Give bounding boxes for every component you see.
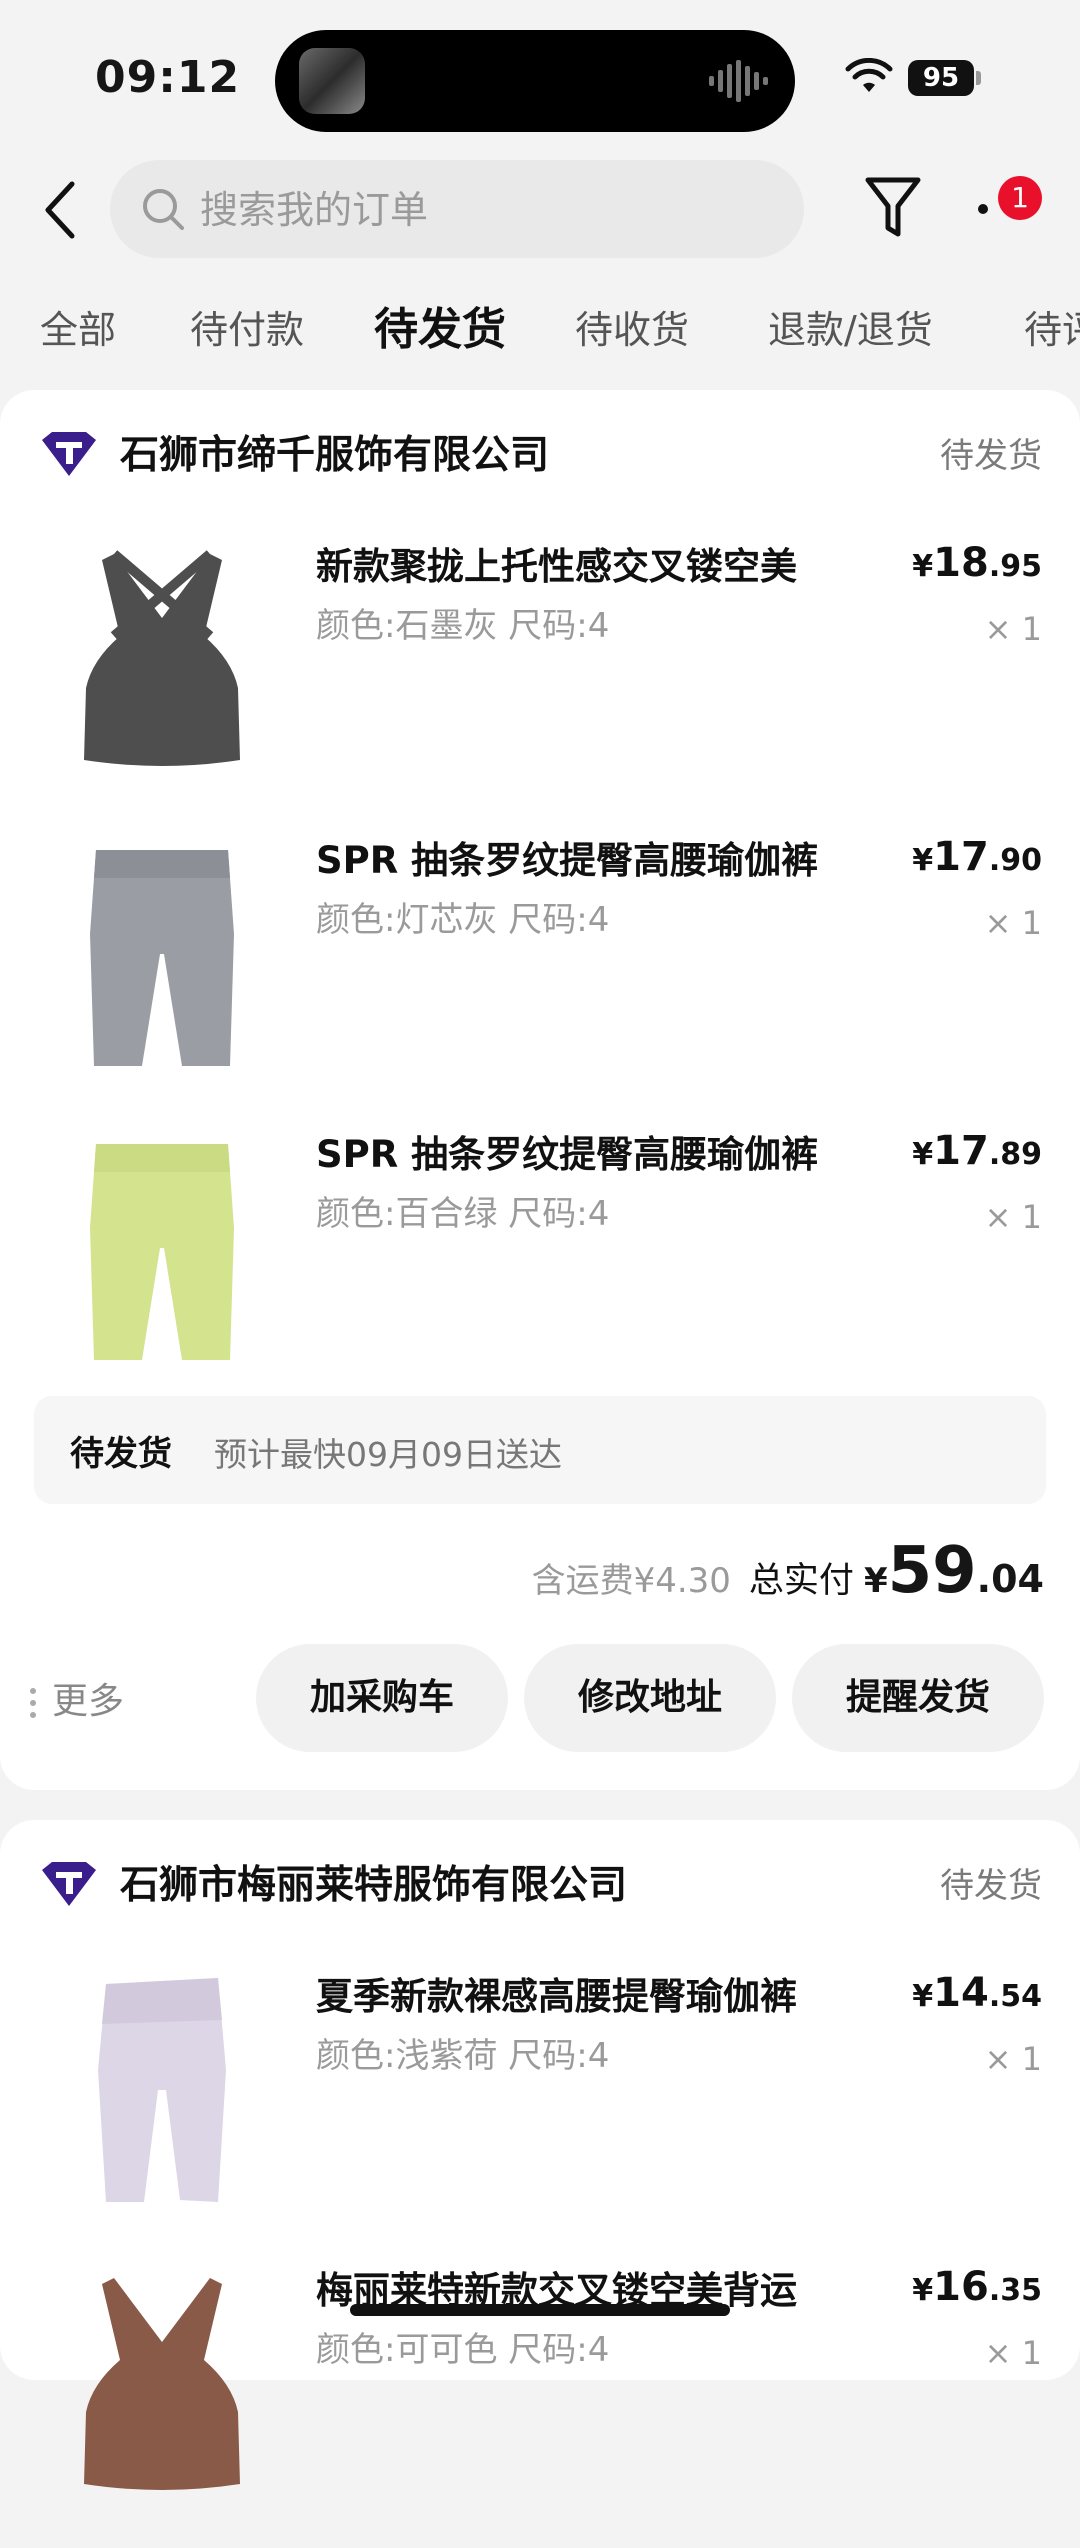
order-total: 含运费¥4.30 总实付 ¥59.04 (531, 1534, 1044, 1608)
order-item[interactable]: 新款聚拢上托性感交叉镂空美 颜色:石墨灰 尺码:4 ¥18.95 × 1 (0, 530, 1080, 824)
tab-pending-payment[interactable]: 待付款 (190, 290, 304, 370)
home-indicator[interactable] (350, 2304, 730, 2316)
product-image (90, 850, 234, 1066)
shipping-fee: 含运费¥4.30 (531, 1561, 731, 1601)
modify-address-button[interactable]: 修改地址 (524, 1644, 776, 1752)
product-spec: 颜色:百合绿 尺码:4 (316, 1194, 610, 1234)
shipping-status: 待发货 (70, 1434, 172, 1474)
total-amount: 59 (887, 1534, 977, 1608)
product-price: ¥16.35 (912, 2264, 1042, 2310)
product-spec: 颜色:浅紫荷 尺码:4 (316, 2036, 610, 2076)
tab-all[interactable]: 全部 (40, 290, 116, 370)
battery-indicator: 95 (908, 60, 974, 96)
notification-badge: 1 (998, 176, 1042, 220)
search-input[interactable] (198, 160, 762, 260)
more-menu-dot-icon[interactable] (978, 204, 988, 214)
order-item[interactable]: 夏季新款裸感高腰提臀瑜伽裤 颜色:浅紫荷 尺码:4 ¥14.54 × 1 (0, 1960, 1080, 2254)
product-quantity: × 1 (984, 2040, 1042, 2078)
status-bar: 09:12 95 (0, 0, 1080, 150)
status-time: 09:12 (95, 52, 241, 103)
order-status: 待发货 (940, 1866, 1042, 1906)
vertical-dots-icon (30, 1688, 36, 1718)
product-spec: 颜色:石墨灰 尺码:4 (316, 606, 610, 646)
total-label: 总实付 (748, 1561, 854, 1601)
product-image (84, 550, 240, 766)
dynamic-island[interactable] (275, 30, 795, 132)
order-tabs: 全部 待付款 待发货 待收货 退款/退货 待评价 (0, 290, 1080, 370)
search-bar[interactable] (110, 160, 804, 260)
audio-waveform-icon (709, 60, 768, 102)
product-spec: 颜色:可可色 尺码:4 (316, 2330, 610, 2370)
now-playing-artwork (299, 48, 365, 114)
order-item[interactable]: SPR 抽条罗纹提臀高腰瑜伽裤 颜色:灯芯灰 尺码:4 ¥17.90 × 1 (0, 824, 1080, 1118)
order-item[interactable]: 梅丽莱特新款交叉镂空美背运 颜色:可可色 尺码:4 ¥16.35 × 1 (0, 2254, 1080, 2548)
product-image (90, 1144, 234, 1360)
shop-logo-icon (42, 1862, 96, 1906)
back-arrow-icon[interactable] (40, 180, 80, 240)
product-image (84, 2278, 240, 2490)
order-status: 待发货 (940, 436, 1042, 476)
shop-name[interactable]: 石狮市缔千服饰有限公司 (120, 424, 549, 480)
product-quantity: × 1 (984, 2334, 1042, 2372)
wifi-icon (845, 58, 893, 92)
order-card[interactable]: 石狮市缔千服饰有限公司 待发货 新款聚拢上托性感交叉镂空美 颜色:石墨灰 尺码:… (0, 390, 1080, 1790)
tab-refund-return[interactable]: 退款/退货 (768, 290, 933, 370)
product-title: 新款聚拢上托性感交叉镂空美 (316, 545, 797, 588)
more-actions-button[interactable]: 更多 (30, 1672, 124, 1724)
order-item[interactable]: SPR 抽条罗纹提臀高腰瑜伽裤 颜色:百合绿 尺码:4 ¥17.89 × 1 (0, 1118, 1080, 1412)
product-price: ¥17.90 (912, 834, 1042, 880)
search-icon (143, 189, 184, 230)
add-to-purchase-cart-button[interactable]: 加采购车 (256, 1644, 508, 1752)
remind-shipment-button[interactable]: 提醒发货 (792, 1644, 1044, 1752)
product-price: ¥18.95 (912, 540, 1042, 586)
product-image (98, 1978, 226, 2202)
product-title: SPR 抽条罗纹提臀高腰瑜伽裤 (316, 839, 819, 882)
battery-tip (976, 71, 981, 85)
product-quantity: × 1 (984, 610, 1042, 648)
product-title: 夏季新款裸感高腰提臀瑜伽裤 (316, 1975, 797, 2018)
product-quantity: × 1 (984, 1198, 1042, 1236)
product-price: ¥17.89 (912, 1128, 1042, 1174)
tab-pending-receipt[interactable]: 待收货 (575, 290, 689, 370)
product-quantity: × 1 (984, 904, 1042, 942)
product-spec: 颜色:灯芯灰 尺码:4 (316, 900, 610, 940)
tab-pending-shipment[interactable]: 待发货 (374, 290, 506, 370)
shop-logo-icon (42, 432, 96, 476)
product-title: SPR 抽条罗纹提臀高腰瑜伽裤 (316, 1133, 819, 1176)
tab-pending-review[interactable]: 待评价 (1024, 290, 1080, 370)
shipping-info[interactable]: 待发货 预计最快09月09日送达 (34, 1396, 1046, 1504)
product-price: ¥14.54 (912, 1970, 1042, 2016)
order-card[interactable]: 石狮市梅丽莱特服饰有限公司 待发货 夏季新款裸感高腰提臀瑜伽裤 颜色:浅紫荷 尺… (0, 1820, 1080, 2490)
delivery-estimate: 预计最快09月09日送达 (214, 1435, 562, 1474)
shop-name[interactable]: 石狮市梅丽莱特服饰有限公司 (120, 1854, 627, 1910)
filter-icon[interactable] (864, 172, 922, 242)
